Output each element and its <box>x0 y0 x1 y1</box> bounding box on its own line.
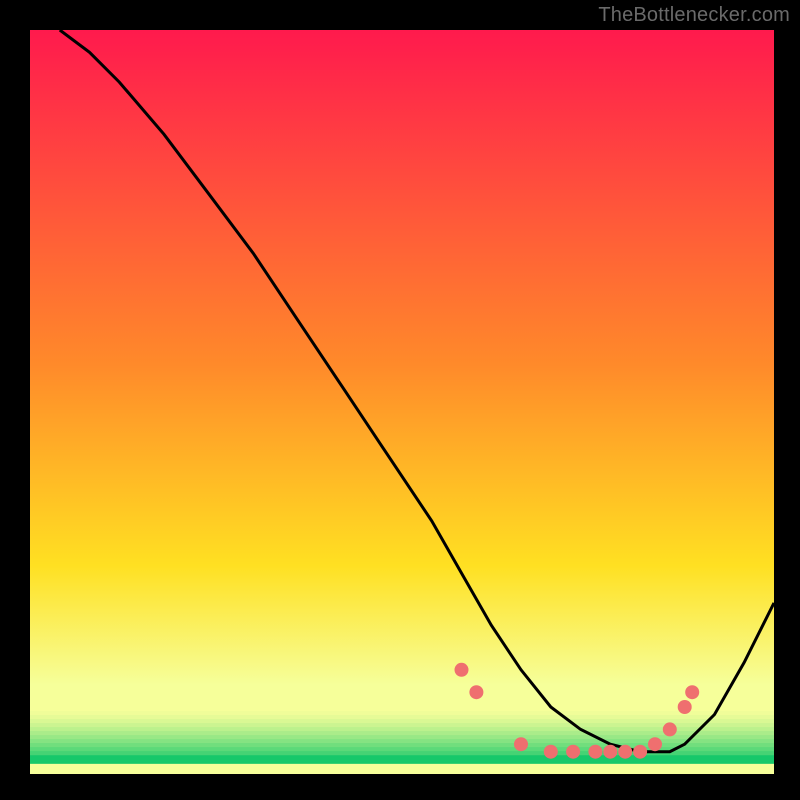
tolerance-dot <box>663 722 677 736</box>
chart-frame: TheBottlenecker.com <box>0 0 800 800</box>
tolerance-dot <box>514 737 528 751</box>
tolerance-dot <box>633 745 647 759</box>
tolerance-dot <box>648 737 662 751</box>
tolerance-dot <box>603 745 617 759</box>
plot-area <box>30 30 774 774</box>
tolerance-dot <box>469 685 483 699</box>
green-band-group <box>30 707 774 764</box>
tolerance-dot <box>618 745 632 759</box>
tolerance-dot <box>685 685 699 699</box>
tolerance-dot <box>678 700 692 714</box>
tolerance-dot <box>544 745 558 759</box>
gradient-background <box>30 30 774 774</box>
watermark-text: TheBottlenecker.com <box>598 4 790 27</box>
tolerance-dot <box>455 663 469 677</box>
bottleneck-chart <box>30 30 774 774</box>
tolerance-dot <box>588 745 602 759</box>
tolerance-dot <box>566 745 580 759</box>
